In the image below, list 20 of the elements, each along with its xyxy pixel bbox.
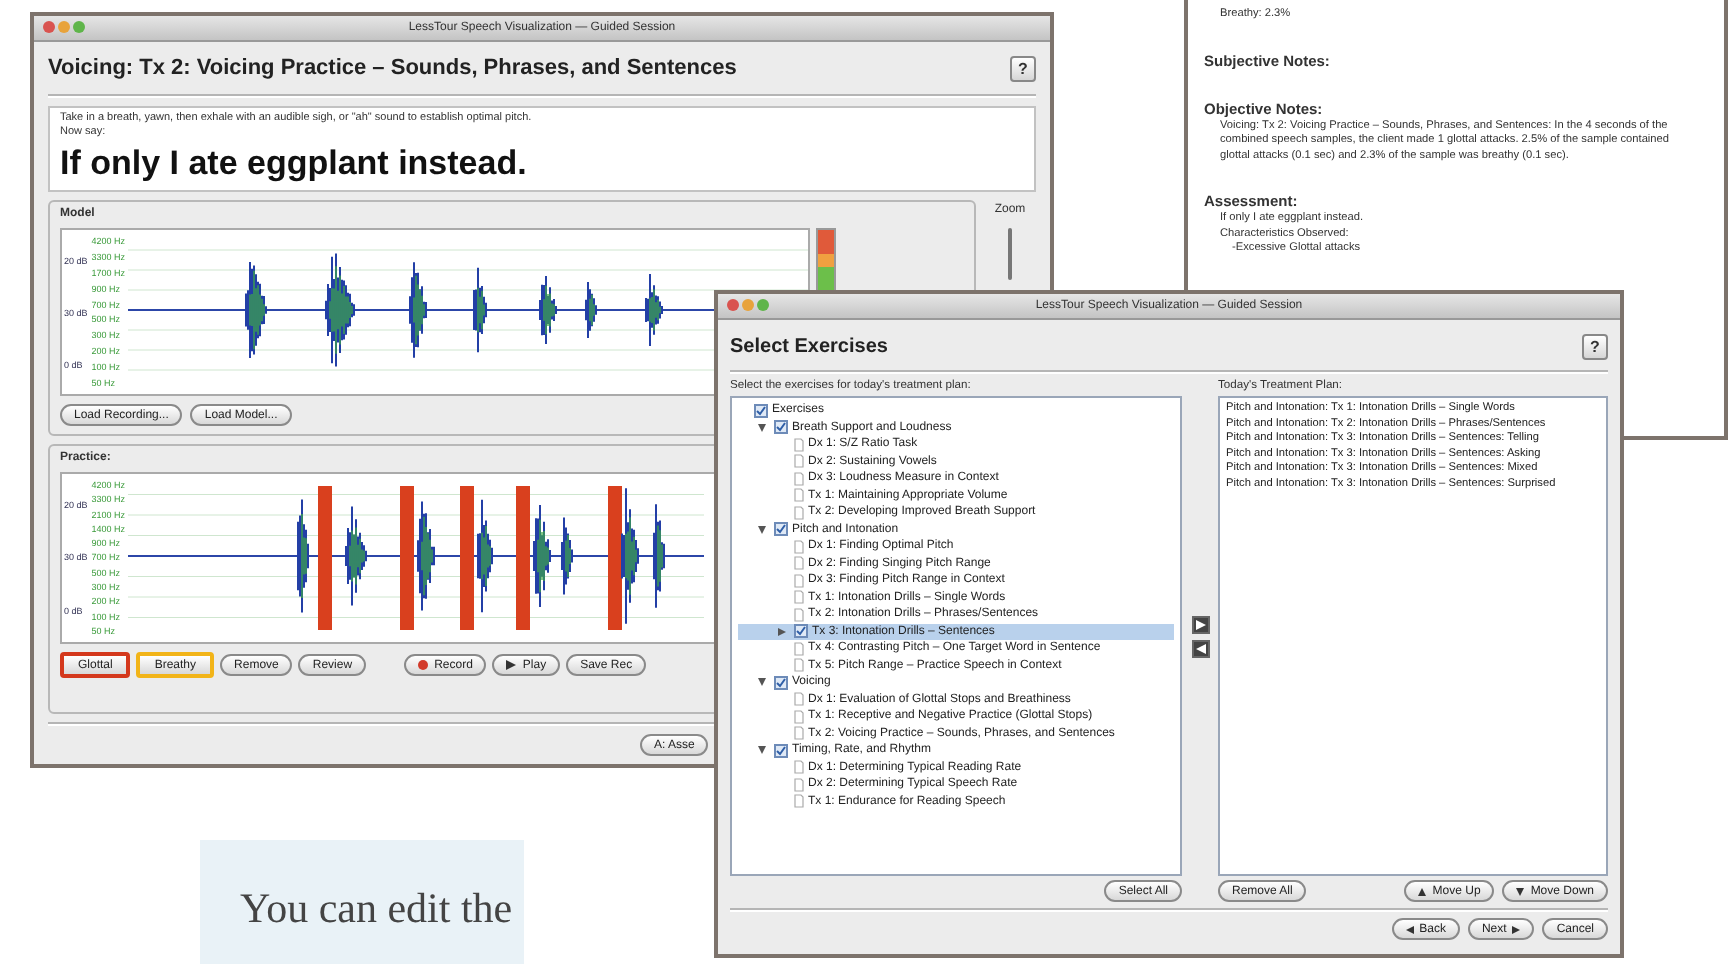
window-controls-icon[interactable] xyxy=(42,20,86,34)
caption-text: You can edit the xyxy=(200,840,524,964)
checkbox-icon[interactable] xyxy=(774,522,788,537)
checkbox-icon[interactable] xyxy=(754,403,768,418)
record-icon xyxy=(418,660,429,670)
checkbox-icon[interactable] xyxy=(794,624,808,639)
remove-arrow-button[interactable] xyxy=(1191,640,1209,658)
help-button[interactable]: ? xyxy=(1582,333,1608,359)
add-arrow-button[interactable] xyxy=(1191,616,1209,634)
up-triangle-icon xyxy=(1418,887,1427,895)
checkbox-icon[interactable] xyxy=(774,420,788,435)
checkbox-icon[interactable] xyxy=(774,675,788,690)
window-controls-icon[interactable] xyxy=(726,298,770,312)
dialog-heading: Select Exercises xyxy=(730,335,888,357)
checkbox-icon[interactable] xyxy=(774,743,788,758)
target-sentence: If only I ate eggplant instead. xyxy=(60,144,529,184)
left-triangle-icon xyxy=(1405,925,1414,933)
left-triangle-icon xyxy=(1195,644,1205,654)
help-button[interactable]: ? xyxy=(1010,55,1036,81)
exercise-heading: Voicing: Tx 2: Voicing Practice – Sounds, Phrases, and Sentences xyxy=(48,56,737,80)
